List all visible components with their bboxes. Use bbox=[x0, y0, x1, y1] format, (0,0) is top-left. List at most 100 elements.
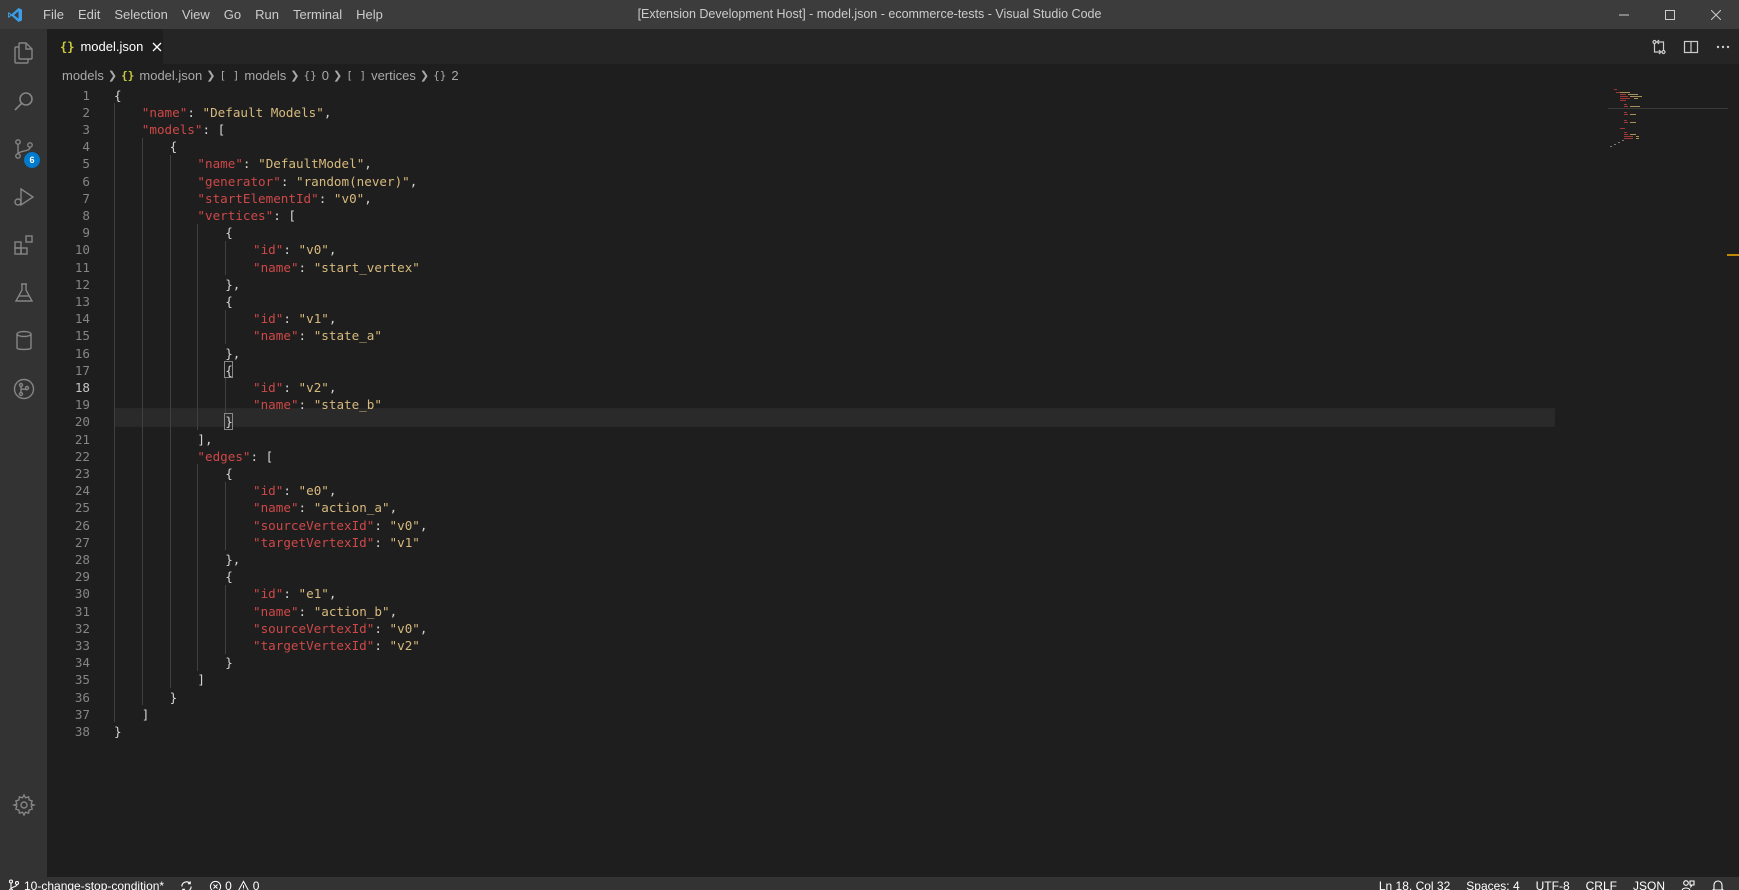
maximize-button[interactable] bbox=[1647, 0, 1693, 29]
search-icon[interactable] bbox=[0, 77, 47, 125]
more-actions-icon[interactable] bbox=[1707, 29, 1739, 64]
punctuation: : bbox=[318, 190, 334, 206]
punctuation: : bbox=[283, 586, 299, 602]
line-number: 27 bbox=[74, 534, 90, 550]
code-text: } bbox=[225, 653, 233, 672]
line-number: 17 bbox=[74, 362, 90, 378]
line-number: 4 bbox=[82, 139, 90, 155]
split-editor-icon[interactable] bbox=[1675, 29, 1707, 64]
code-text: "name": "start_vertex" bbox=[253, 258, 420, 277]
json-key: name bbox=[260, 328, 291, 344]
git-graph-icon[interactable] bbox=[0, 365, 47, 413]
end-of-line[interactable]: CRLF bbox=[1578, 875, 1625, 890]
notifications-bell-icon[interactable] bbox=[1703, 875, 1733, 890]
quote-mark: " bbox=[316, 104, 324, 120]
json-string: DefaultModel bbox=[265, 156, 357, 172]
line-number: 25 bbox=[74, 500, 90, 516]
menu-go[interactable]: Go bbox=[217, 0, 248, 29]
code-editor[interactable]: 1{2 "name": "Default Models", 3 "models": [… bbox=[47, 86, 1739, 877]
problems-indicator[interactable]: 0 0 bbox=[201, 875, 267, 890]
activity-bar: 6 bbox=[0, 29, 47, 877]
quote-mark: " bbox=[298, 311, 307, 327]
open-changes-icon[interactable] bbox=[1643, 29, 1675, 64]
quote-mark: " bbox=[321, 483, 329, 499]
punctuation: , bbox=[389, 500, 398, 516]
extensions-icon[interactable] bbox=[0, 221, 47, 269]
quote-mark: " bbox=[253, 328, 261, 344]
branch-indicator[interactable]: 10-change-stop-condition* bbox=[0, 875, 172, 890]
tab-model-json[interactable]: {} model.json bbox=[47, 29, 163, 64]
code-line: 18 "id": "v2", bbox=[47, 378, 1547, 397]
breadcrumb-item[interactable]: {} 2 bbox=[433, 68, 458, 83]
code-text: "startElementId": "v0", bbox=[197, 189, 371, 208]
quote-mark: " bbox=[321, 586, 329, 602]
punctuation: : bbox=[187, 104, 203, 120]
settings-gear-icon[interactable] bbox=[0, 781, 47, 829]
code-line: 21], bbox=[47, 430, 1547, 449]
indentation[interactable]: Spaces: 4 bbox=[1458, 875, 1527, 890]
quote-mark: " bbox=[290, 603, 299, 619]
sync-button[interactable] bbox=[172, 875, 201, 890]
quote-mark: " bbox=[389, 517, 398, 533]
breadcrumb-label: vertices bbox=[371, 67, 416, 83]
code-line: 17{ bbox=[47, 361, 1547, 380]
quote-mark: " bbox=[253, 242, 261, 258]
code-line: 8 "vertices": [ bbox=[47, 206, 1547, 225]
encoding[interactable]: UTF-8 bbox=[1528, 875, 1578, 890]
line-number: 12 bbox=[74, 276, 90, 292]
indent-guide bbox=[225, 309, 227, 344]
menu-terminal[interactable]: Terminal bbox=[286, 0, 349, 29]
punctuation: , bbox=[389, 603, 398, 619]
json-string: e0 bbox=[306, 483, 322, 499]
close-tab-icon[interactable] bbox=[151, 39, 163, 55]
code-line: 33 "targetVertexId": "v2" bbox=[47, 636, 1547, 655]
breadcrumb-item[interactable]: {} 0 bbox=[304, 68, 329, 83]
menu-file[interactable]: File bbox=[36, 0, 71, 29]
indent-guide bbox=[197, 464, 199, 671]
cursor-position[interactable]: Ln 18, Col 32 bbox=[1371, 875, 1458, 890]
line-number: 20 bbox=[74, 414, 90, 430]
json-string: v1 bbox=[397, 534, 413, 550]
menu-view[interactable]: View bbox=[175, 0, 217, 29]
quote-mark: " bbox=[253, 311, 261, 327]
quote-mark: " bbox=[298, 379, 307, 395]
punctuation: : bbox=[374, 517, 390, 533]
quote-mark: " bbox=[412, 517, 420, 533]
line-number: 29 bbox=[74, 569, 90, 585]
code-line: 22 "edges": [ bbox=[47, 447, 1547, 466]
quote-mark: " bbox=[197, 190, 205, 206]
menu-run[interactable]: Run bbox=[248, 0, 286, 29]
punctuation: { bbox=[169, 139, 178, 155]
run-debug-icon[interactable] bbox=[0, 173, 47, 221]
close-window-button[interactable] bbox=[1693, 0, 1739, 29]
breadcrumb-item[interactable]: [ ] vertices bbox=[346, 68, 416, 83]
punctuation: , bbox=[409, 173, 418, 189]
punctuation: : [ bbox=[202, 121, 226, 137]
quote-mark: " bbox=[412, 620, 420, 636]
minimize-button[interactable] bbox=[1601, 0, 1647, 29]
language-mode[interactable]: JSON bbox=[1625, 875, 1673, 890]
code-line: 16}, bbox=[47, 344, 1547, 363]
breadcrumb-label: models bbox=[244, 67, 287, 83]
indent-guide bbox=[225, 378, 227, 413]
line-number: 3 bbox=[82, 121, 90, 137]
menu-selection[interactable]: Selection bbox=[107, 0, 174, 29]
breadcrumb-item[interactable]: models bbox=[62, 68, 104, 83]
code-line: 30 "id": "e1", bbox=[47, 584, 1547, 603]
minimap[interactable] bbox=[1608, 86, 1728, 877]
database-icon[interactable] bbox=[0, 317, 47, 365]
punctuation: { bbox=[114, 87, 122, 103]
testing-icon[interactable] bbox=[0, 269, 47, 317]
punctuation: , bbox=[364, 156, 372, 172]
line-number: 6 bbox=[82, 173, 90, 189]
breadcrumb-item[interactable]: {} model.json bbox=[121, 68, 202, 83]
feedback-icon[interactable] bbox=[1673, 875, 1703, 890]
line-number: 31 bbox=[74, 603, 90, 619]
code-text: "id": "v0", bbox=[253, 240, 336, 259]
menu-edit[interactable]: Edit bbox=[71, 0, 107, 29]
menu-help[interactable]: Help bbox=[349, 0, 390, 29]
source-control-icon[interactable]: 6 bbox=[0, 125, 47, 173]
explorer-icon[interactable] bbox=[0, 29, 47, 77]
punctuation: ] bbox=[197, 672, 205, 688]
breadcrumb-item[interactable]: [ ] models bbox=[219, 68, 286, 83]
